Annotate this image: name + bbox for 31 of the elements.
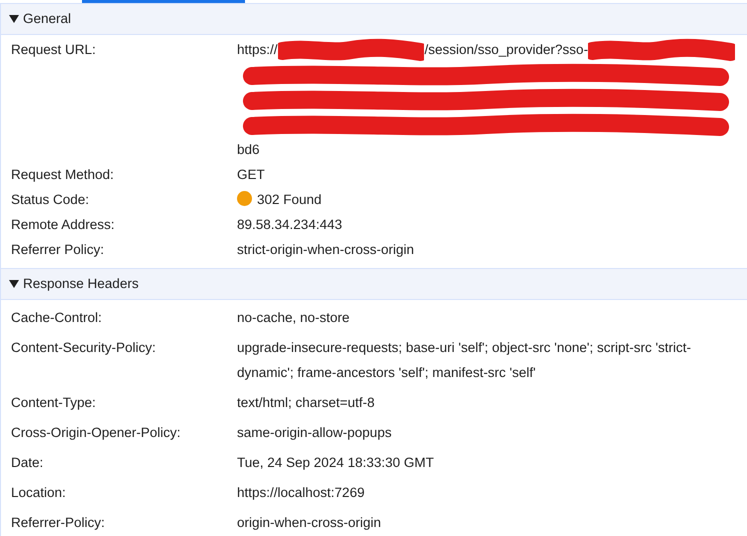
section-header[interactable]: General — [1, 4, 747, 35]
header-name: Remote Address: — [10, 216, 116, 234]
section-header[interactable]: Response Headers — [1, 269, 747, 300]
header-value: text/html; charset=utf-8 — [237, 394, 375, 412]
header-name: Status Code: — [10, 191, 90, 209]
header-value: https://localhost:7269 — [237, 484, 365, 502]
collapse-triangle-icon — [9, 15, 19, 23]
header-value: strict-origin-when-cross-origin — [237, 241, 414, 259]
url-text: bd6 — [237, 141, 260, 159]
url-text: https:// — [237, 41, 278, 59]
header-name: Request URL: — [10, 41, 97, 59]
header-value: no-cache, no-store — [237, 308, 350, 326]
header-value: Tue, 24 Sep 2024 18:33:30 GMT — [237, 454, 434, 472]
header-value: 302 Found — [257, 191, 322, 209]
header-name: Cross-Origin-Opener-Policy: — [10, 424, 182, 442]
section-title: General — [23, 10, 72, 28]
header-value: same-origin-allow-popups — [237, 424, 392, 442]
header-name: Referrer-Policy: — [10, 514, 106, 532]
header-name: Date: — [10, 454, 44, 472]
header-name: Content-Type: — [10, 394, 97, 412]
header-name: Location: — [10, 484, 67, 502]
header-value: 89.58.34.234:443 — [237, 216, 342, 234]
header-name: Content-Security-Policy: — [10, 338, 157, 357]
url-text: /session/sso_provider?sso- — [424, 41, 588, 59]
section-title: Response Headers — [23, 274, 139, 293]
collapse-triangle-icon — [9, 280, 19, 288]
header-value: origin-when-cross-origin — [237, 514, 382, 532]
header-value: GET — [237, 166, 265, 184]
header-name: Referrer Policy: — [10, 241, 106, 259]
header-name: Cache-Control: — [10, 308, 103, 326]
header-name: Request Method: — [10, 166, 115, 184]
